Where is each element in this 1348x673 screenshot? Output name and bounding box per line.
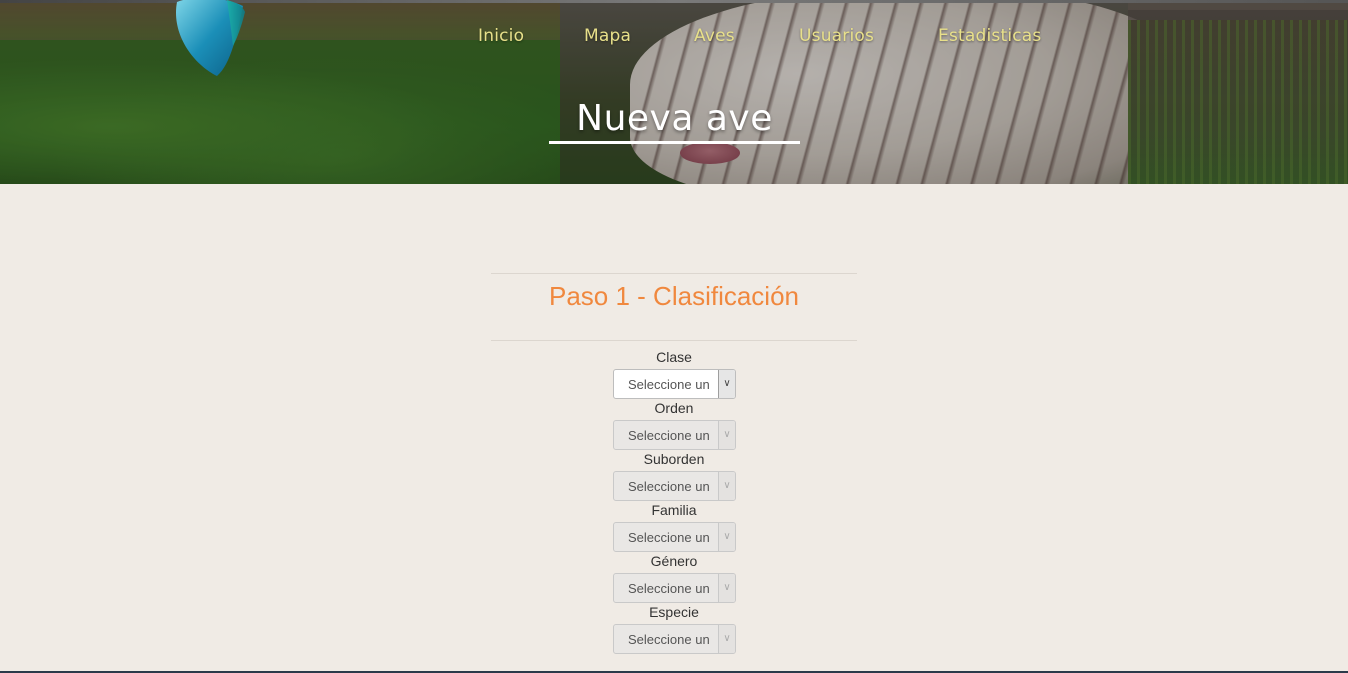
chevron-down-icon[interactable]: ∨ bbox=[718, 370, 735, 398]
chevron-down-icon[interactable]: ∨ bbox=[718, 472, 735, 500]
field-label-genero: Género bbox=[650, 553, 698, 569]
chevron-down-icon[interactable]: ∨ bbox=[718, 523, 735, 551]
field-label-clase: Clase bbox=[656, 349, 692, 365]
familia-select-value: Seleccione un bbox=[628, 530, 710, 545]
clase-select-value: Seleccione un bbox=[628, 377, 710, 392]
nav-item-aves[interactable]: Aves bbox=[694, 26, 735, 46]
orden-select[interactable]: Seleccione un ∨ bbox=[613, 420, 736, 450]
familia-select[interactable]: Seleccione un ∨ bbox=[613, 522, 736, 552]
genero-select-value: Seleccione un bbox=[628, 581, 710, 596]
suborden-select-value: Seleccione un bbox=[628, 479, 710, 494]
field-label-suborden: Suborden bbox=[643, 451, 705, 467]
field-label-orden: Orden bbox=[654, 400, 694, 416]
clase-select[interactable]: Seleccione un ∨ bbox=[613, 369, 736, 399]
nav-item-estadisticas[interactable]: Estadisticas bbox=[938, 26, 1041, 46]
genero-select[interactable]: Seleccione un ∨ bbox=[613, 573, 736, 603]
orden-select-value: Seleccione un bbox=[628, 428, 710, 443]
suborden-select[interactable]: Seleccione un ∨ bbox=[613, 471, 736, 501]
field-label-familia: Familia bbox=[651, 502, 697, 518]
page-title: Nueva ave bbox=[576, 98, 773, 139]
chevron-down-icon[interactable]: ∨ bbox=[718, 574, 735, 602]
nav-item-usuarios[interactable]: Usuarios bbox=[799, 26, 874, 46]
nav-item-mapa[interactable]: Mapa bbox=[584, 26, 631, 46]
chevron-down-icon[interactable]: ∨ bbox=[718, 421, 735, 449]
especie-select-value: Seleccione un bbox=[628, 632, 710, 647]
title-underline bbox=[549, 141, 800, 144]
divider-bottom bbox=[491, 340, 857, 341]
main-nav: Inicio Mapa Aves Usuarios Estadisticas bbox=[0, 26, 1348, 52]
chevron-down-icon[interactable]: ∨ bbox=[718, 625, 735, 653]
divider-top bbox=[491, 273, 857, 274]
step-title: Paso 1 - Clasificación bbox=[549, 281, 799, 311]
nav-item-inicio[interactable]: Inicio bbox=[478, 26, 524, 46]
especie-select[interactable]: Seleccione un ∨ bbox=[613, 624, 736, 654]
field-label-especie: Especie bbox=[649, 604, 699, 620]
